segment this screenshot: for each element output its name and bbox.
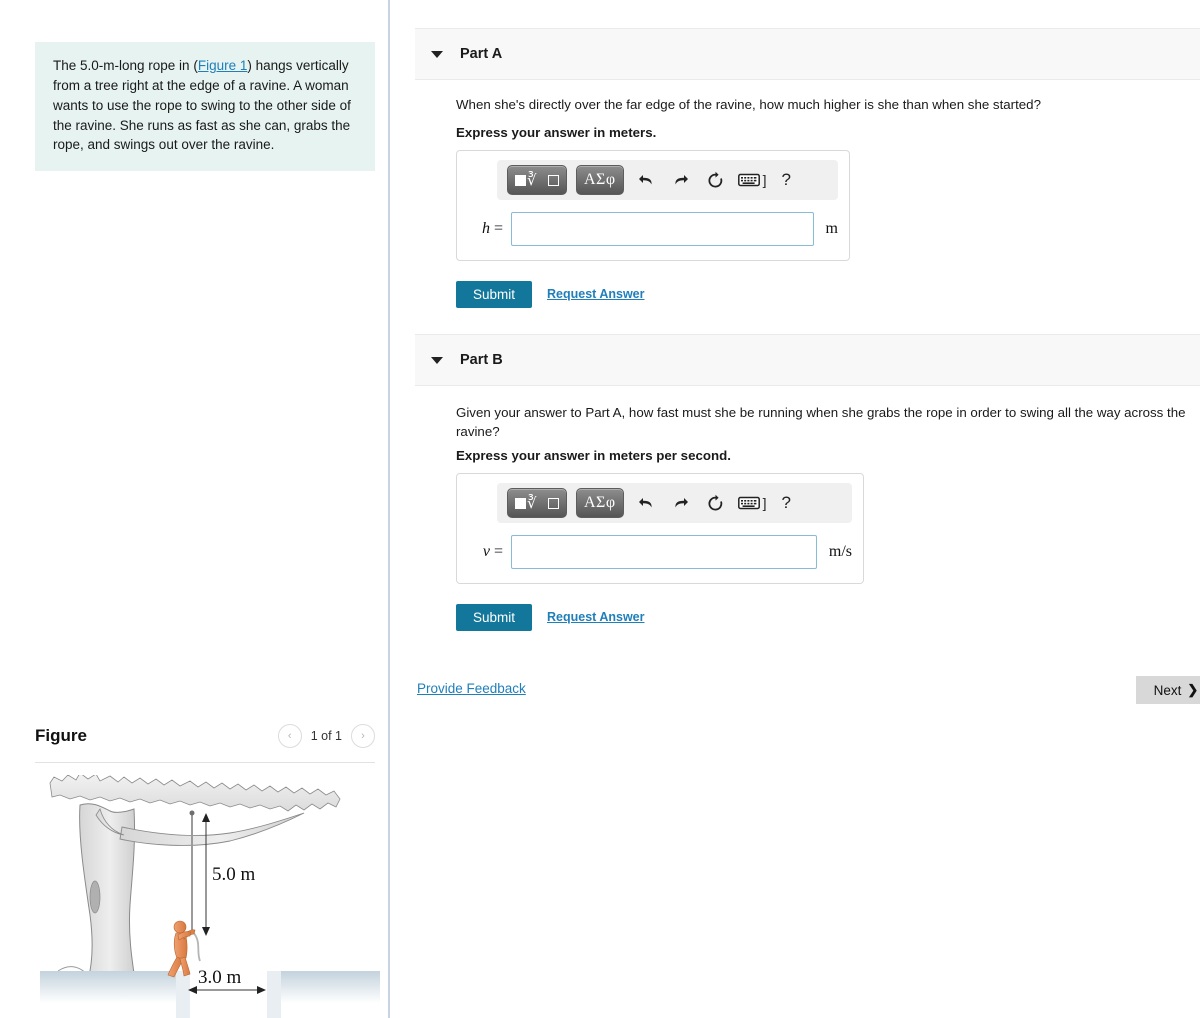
redo-icon[interactable] xyxy=(668,490,694,516)
collapse-caret-icon[interactable] xyxy=(431,50,443,58)
keyboard-icon xyxy=(737,173,760,187)
page-root: The 5.0-m-long rope in (Figure 1) hangs … xyxy=(0,0,1200,1018)
part-a-answer-input[interactable] xyxy=(511,212,814,246)
undo-icon[interactable] xyxy=(633,167,659,193)
svg-text:∛: ∛ xyxy=(527,171,537,189)
part-b-answer-input[interactable] xyxy=(511,535,817,569)
rope-anchor xyxy=(189,810,195,816)
rope-dim-arrow-bottom xyxy=(202,927,210,936)
undo-icon[interactable] xyxy=(633,490,659,516)
figure-panel-header: Figure ‹ 1 of 1 › xyxy=(35,724,375,770)
right-pane: Part A When she's directly over the far … xyxy=(390,0,1200,1018)
figure-divider xyxy=(35,762,375,763)
ground-left xyxy=(40,971,190,1003)
sqrt-template-button[interactable]: ∛ xyxy=(507,165,567,195)
next-button[interactable]: Next ❯ xyxy=(1136,676,1200,704)
sqrt-icon: ∛ xyxy=(527,494,537,512)
ravine-dim-arrow-right xyxy=(257,986,266,994)
part-a-answer-row: h = m xyxy=(473,212,838,246)
part-a-title: Part A xyxy=(460,46,503,62)
provide-feedback-link[interactable]: Provide Feedback xyxy=(417,681,526,696)
part-a-mathbar: ∛ ΑΣφ] ? xyxy=(497,160,838,200)
svg-text:∛: ∛ xyxy=(527,494,537,512)
sqrt-template-button[interactable]: ∛ xyxy=(507,488,567,518)
part-b-variable-label: v = xyxy=(482,543,503,560)
part-b-request-answer-link[interactable]: Request Answer xyxy=(547,610,644,624)
figure-next-button[interactable]: › xyxy=(351,724,375,748)
part-b-question: Given your answer to Part A, how fast mu… xyxy=(456,405,1186,439)
figure-panel-title: Figure xyxy=(35,726,87,745)
part-a-question: When she's directly over the far edge of… xyxy=(456,97,1041,112)
part-a-request-answer-link[interactable]: Request Answer xyxy=(547,287,644,301)
redo-icon[interactable] xyxy=(668,167,694,193)
keyboard-shortcuts-button[interactable]: ] xyxy=(737,172,767,188)
help-button[interactable]: ? xyxy=(782,170,791,190)
next-button-label: Next xyxy=(1153,682,1182,698)
sqrt-icon: ∛ xyxy=(527,171,537,189)
part-b-title: Part B xyxy=(460,352,503,368)
part-b-answer-row: v = m/s xyxy=(473,535,852,569)
part-a-answer-widget: ∛ ΑΣφ] ? h = m xyxy=(456,150,850,261)
part-b-header[interactable]: Part B xyxy=(415,334,1200,386)
ravine-wall-left xyxy=(176,971,190,1018)
reset-icon[interactable] xyxy=(703,167,729,193)
part-b-answer-widget: ∛ ΑΣφ] ? v = m/s xyxy=(456,473,864,584)
ground-right xyxy=(267,971,380,1003)
part-a-variable-label: h = xyxy=(481,220,503,237)
problem-text-before: The 5.0-m-long rope in ( xyxy=(53,58,198,73)
part-b-unit-label: m/s xyxy=(828,543,852,560)
part-b-mathbar: ∛ ΑΣφ] ? xyxy=(497,483,852,523)
keyboard-icon xyxy=(737,496,760,510)
rope-slack-end xyxy=(191,930,201,962)
figure-page-label: 1 of 1 xyxy=(310,729,342,743)
help-button[interactable]: ? xyxy=(782,493,791,513)
part-a-header[interactable]: Part A xyxy=(415,28,1200,80)
collapse-caret-icon[interactable] xyxy=(431,356,443,364)
greek-symbols-button[interactable]: ΑΣφ xyxy=(576,165,624,195)
problem-statement: The 5.0-m-long rope in (Figure 1) hangs … xyxy=(35,42,375,172)
figure-1-link[interactable]: Figure 1 xyxy=(198,58,248,73)
left-pane: The 5.0-m-long rope in (Figure 1) hangs … xyxy=(0,0,388,1018)
keyboard-bracket-label: ] xyxy=(762,172,767,188)
figure-pager: ‹ 1 of 1 › xyxy=(277,724,375,748)
ravine-rope-diagram: 5.0 m 3.0 m xyxy=(40,775,380,1018)
woman-figure xyxy=(167,920,196,978)
rope-dim-arrow-top xyxy=(202,813,210,822)
figure-prev-button[interactable]: ‹ xyxy=(277,724,302,748)
part-a-instruction: Express your answer in meters. xyxy=(456,125,657,140)
keyboard-bracket-label: ] xyxy=(762,495,767,511)
part-a-submit-button[interactable]: Submit xyxy=(456,281,533,308)
part-b-submit-button[interactable]: Submit xyxy=(456,604,533,631)
ravine-width-label: 3.0 m xyxy=(198,967,242,988)
figure-illustration: 5.0 m 3.0 m xyxy=(40,775,380,1018)
greek-symbols-button[interactable]: ΑΣφ xyxy=(576,488,624,518)
tree-knot xyxy=(89,880,101,914)
chevron-right-icon: ❯ xyxy=(1187,682,1199,697)
tree-branch-main xyxy=(119,812,305,846)
part-b-instruction: Express your answer in meters per second… xyxy=(456,448,731,463)
reset-icon[interactable] xyxy=(703,490,729,516)
part-a-unit-label: m xyxy=(825,220,838,237)
rope-length-label: 5.0 m xyxy=(212,864,256,885)
ravine-wall-right xyxy=(267,971,281,1018)
keyboard-shortcuts-button[interactable]: ] xyxy=(737,495,767,511)
